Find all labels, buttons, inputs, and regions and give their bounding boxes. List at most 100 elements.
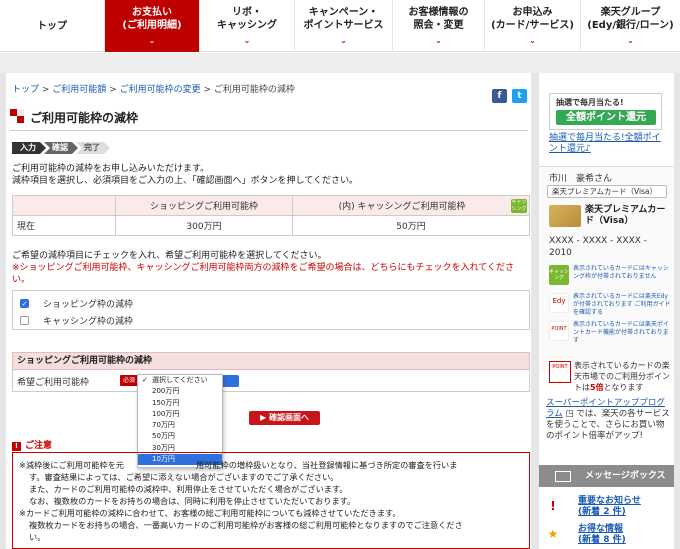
message-count: (新着 2 件) — [578, 507, 626, 517]
shopping-limit-value: 300万円 — [114, 215, 294, 236]
chevron-down-icon: ⌄ — [243, 35, 251, 45]
note-line: ご希望の減枠項目にチェックを入れ、希望ご利用可能枠を選択してください。 — [12, 251, 327, 261]
breadcrumb-limit-change[interactable]: ご利用可能枠の変更 — [120, 85, 201, 95]
chevron-down-icon: ⌄ — [148, 35, 156, 45]
super-point-up-info: スーパーポイントアッププログラム ◳ では、楽天の各サービスを使うことで、さらに… — [546, 398, 671, 442]
card-name: 楽天プレミアムカード（Visa） — [585, 205, 666, 226]
breadcrumb: トップ > ご利用可能額 > ご利用可能枠の変更 > ご利用可能枠の減枠 — [12, 82, 295, 95]
message-label: 重要なお知らせ — [578, 496, 641, 506]
page-title-row: ご利用可能枠の減枠 — [10, 109, 528, 131]
table-row: 現在 300万円 50万円 — [12, 215, 530, 236]
attention-text: また、カードのご利用可能枠の減枠中、利用停止をさせていただく場合がございます。 — [29, 484, 348, 494]
checkbox-label: キャッシング枠の減枠 — [43, 317, 134, 327]
nav-customer-info[interactable]: お客様情報の 照会・変更 ⌄ — [393, 0, 485, 52]
breadcrumb-current: ご利用可能枠の減枠 — [213, 85, 295, 95]
limits-row-label: 現在 — [12, 215, 116, 236]
attention-heading: ! ご注意 — [12, 438, 52, 451]
title-mark-icon — [10, 109, 24, 123]
nav-customer-info-sublabel: 照会・変更 — [413, 19, 464, 31]
left-gutter — [0, 73, 6, 549]
nav-revo-label: リボ・ — [232, 6, 262, 18]
confirm-button-label: 確認画面へ — [268, 413, 309, 422]
intro-line: ご利用可能枠の減枠をお申し込みいただけます。 — [12, 164, 210, 174]
cashing-status-text[interactable]: 表示されているカードにはキャッシング枠が付帯されておりません — [573, 265, 673, 281]
arrow-right-icon: ▶ — [260, 413, 269, 422]
message-count: (新着 8 件) — [578, 535, 626, 545]
cashing-reduction-option[interactable]: キャッシング枠の減枠 — [20, 314, 133, 327]
nav-campaign-label: キャンペーン・ — [308, 6, 379, 18]
breadcrumb-available-amount[interactable]: ご利用可能額 — [52, 85, 106, 95]
global-nav: トップ お支払い (ご利用明細) ⌄ リボ・ キャッシング ⌄ キャンペーン・ … — [0, 0, 680, 52]
checkbox-checked-icon[interactable]: ✓ — [20, 299, 29, 308]
point-rate-value: 5倍 — [590, 383, 604, 392]
required-badge: 必須 — [120, 375, 138, 386]
twitter-share-icon[interactable]: t — [512, 89, 527, 103]
point-rate-text: 表示されているカードの楽天市場でのご利用分ポイントは5倍となります — [574, 360, 670, 393]
nav-campaign[interactable]: キャンペーン・ ポイントサービス ⌄ — [295, 0, 393, 52]
deals-item[interactable]: ★ お得な情報 (新着 8 件) — [546, 522, 674, 548]
nav-customer-info-label: お客様情報の — [408, 6, 469, 18]
cashing-status-row: キャッシング 表示されているカードにはキャッシング枠が付帯されておりません — [549, 265, 673, 291]
facebook-share-icon[interactable]: f — [492, 89, 507, 103]
exclamation-icon: ! — [12, 442, 21, 451]
checkbox-unchecked-icon[interactable] — [20, 316, 29, 325]
nav-group-sublabel: (Edy/銀行/ローン) — [587, 19, 674, 31]
edy-icon: Edy — [549, 293, 569, 313]
dropdown-option[interactable]: 選択してください — [138, 375, 222, 387]
message-box-title: メッセージボックス — [585, 471, 666, 481]
attention-text: なお、複数枚のカードをお持ちの場合は、同時に利用を停止させていただいております。 — [29, 496, 356, 506]
progress-steps: 入力 確認 完了 — [12, 142, 108, 154]
breadcrumb-top[interactable]: トップ — [12, 85, 39, 95]
dropdown-option[interactable]: 100万円 — [138, 409, 222, 420]
attention-text: ※カードご利用可能枠の減枠に合わせて、お客様の総ご利用可能枠についても減枠させて… — [19, 508, 401, 518]
dropdown-option[interactable]: 200万円 — [138, 386, 222, 397]
attention-box: ※減枠後にご利用可能枠を元 用可能枠の増枠扱いとなり、当社登録情報に基づき所定の審… — [12, 452, 530, 549]
breadcrumb-sep: > — [200, 85, 214, 95]
nav-apply-sublabel: (カード/サービス) — [491, 19, 574, 31]
attention-fragment: 用可能枠の増枠扱いとなり、当社登録情報に基づき所定の審査を行いま — [195, 460, 458, 470]
header-spacer — [0, 53, 680, 73]
shopping-reduction-option[interactable]: ✓ ショッピング枠の減枠 — [20, 297, 133, 310]
nav-top[interactable]: トップ — [0, 0, 105, 52]
intro-text: ご利用可能枠の減枠をお申し込みいただけます。 減枠項目を選択し、必須項目をご入力… — [12, 163, 358, 187]
step-input: 入力 — [12, 142, 46, 154]
point-card-text[interactable]: 表示されているカードには楽天ポイントカード機能が付帯されております — [573, 321, 673, 345]
intro-line: 減枠項目を選択し、必須項目をご入力の上、「確認画面へ」ボタンを押してください。 — [12, 176, 358, 186]
message-label: お得な情報 — [578, 524, 624, 534]
instruction-note: ご希望の減枠項目にチェックを入れ、希望ご利用可能枠を選択してください。 ※ショッ… — [12, 250, 514, 286]
nav-payment[interactable]: お支払い (ご利用明細) ⌄ — [105, 0, 200, 52]
chevron-down-icon: ⌄ — [529, 35, 536, 45]
nav-apply[interactable]: お申込み (カード/サービス) ⌄ — [485, 0, 581, 52]
deals-link[interactable]: お得な情報 (新着 8 件) — [578, 524, 626, 546]
note-warning: ※ショッピングご利用可能枠、キャッシングご利用可能枠両方の減枠をご希望の場合は、… — [12, 263, 515, 273]
select-arrow-icon[interactable] — [221, 375, 239, 387]
limits-header-shopping: ショッピングご利用可能枠 — [114, 195, 294, 216]
card-select[interactable]: 楽天プレミアムカード（Visa） — [547, 185, 667, 198]
confirm-button[interactable]: ▶ 確認画面へ — [249, 411, 320, 425]
card-number: XXXX - XXXX - XXXX - 2010 — [549, 236, 648, 258]
important-notice-item[interactable]: ! 重要なお知らせ (新着 2 件) — [546, 494, 674, 520]
dropdown-option[interactable]: 150万円 — [138, 398, 222, 409]
right-gutter — [674, 73, 680, 549]
nav-revo[interactable]: リボ・ キャッシング ⌄ — [200, 0, 295, 52]
nav-apply-label: お申込み — [512, 6, 553, 18]
campaign-banner[interactable]: 抽選で毎月当たる! 全額ポイント還元 — [549, 93, 662, 130]
cashing-limit-value: 50万円 — [292, 215, 530, 236]
nav-rakuten-group[interactable]: 楽天グループ (Edy/銀行/ローン) ⌄ — [581, 0, 680, 52]
edy-status-text[interactable]: 表示されているカードには楽天Edyが付帯されております ご利用ガイドを確認する — [573, 293, 673, 317]
dropdown-option[interactable]: 50万円 — [138, 431, 222, 442]
current-limits-table: ショッピングご利用可能枠 (内) キャッシングご利用可能枠 キャッシング 現在 … — [12, 195, 530, 236]
message-box-header[interactable]: メッセージボックス — [539, 465, 674, 487]
point-card-row: POINT 表示されているカードには楽天ポイントカード機能が付帯されております — [549, 321, 673, 347]
cashing-icon: キャッシング — [549, 265, 569, 285]
step-complete: 完了 — [76, 142, 110, 154]
important-notice-link[interactable]: 重要なお知らせ (新着 2 件) — [578, 496, 641, 518]
dropdown-option[interactable]: 70万円 — [138, 420, 222, 431]
nav-campaign-sublabel: ポイントサービス — [303, 19, 384, 31]
attention-title: ご注意 — [25, 441, 53, 451]
banner-link[interactable]: 抽選で毎月当たる!全額ポイント還元♪ — [549, 133, 667, 155]
chevron-down-icon: ⌄ — [435, 35, 442, 45]
card-info-panel: 市川 豪希さん 楽天プレミアムカード（Visa） 楽天プレミアムカード（Visa… — [539, 166, 674, 373]
banner-headline: 全額ポイント還元 — [556, 110, 656, 125]
breadcrumb-sep: > — [106, 85, 120, 95]
